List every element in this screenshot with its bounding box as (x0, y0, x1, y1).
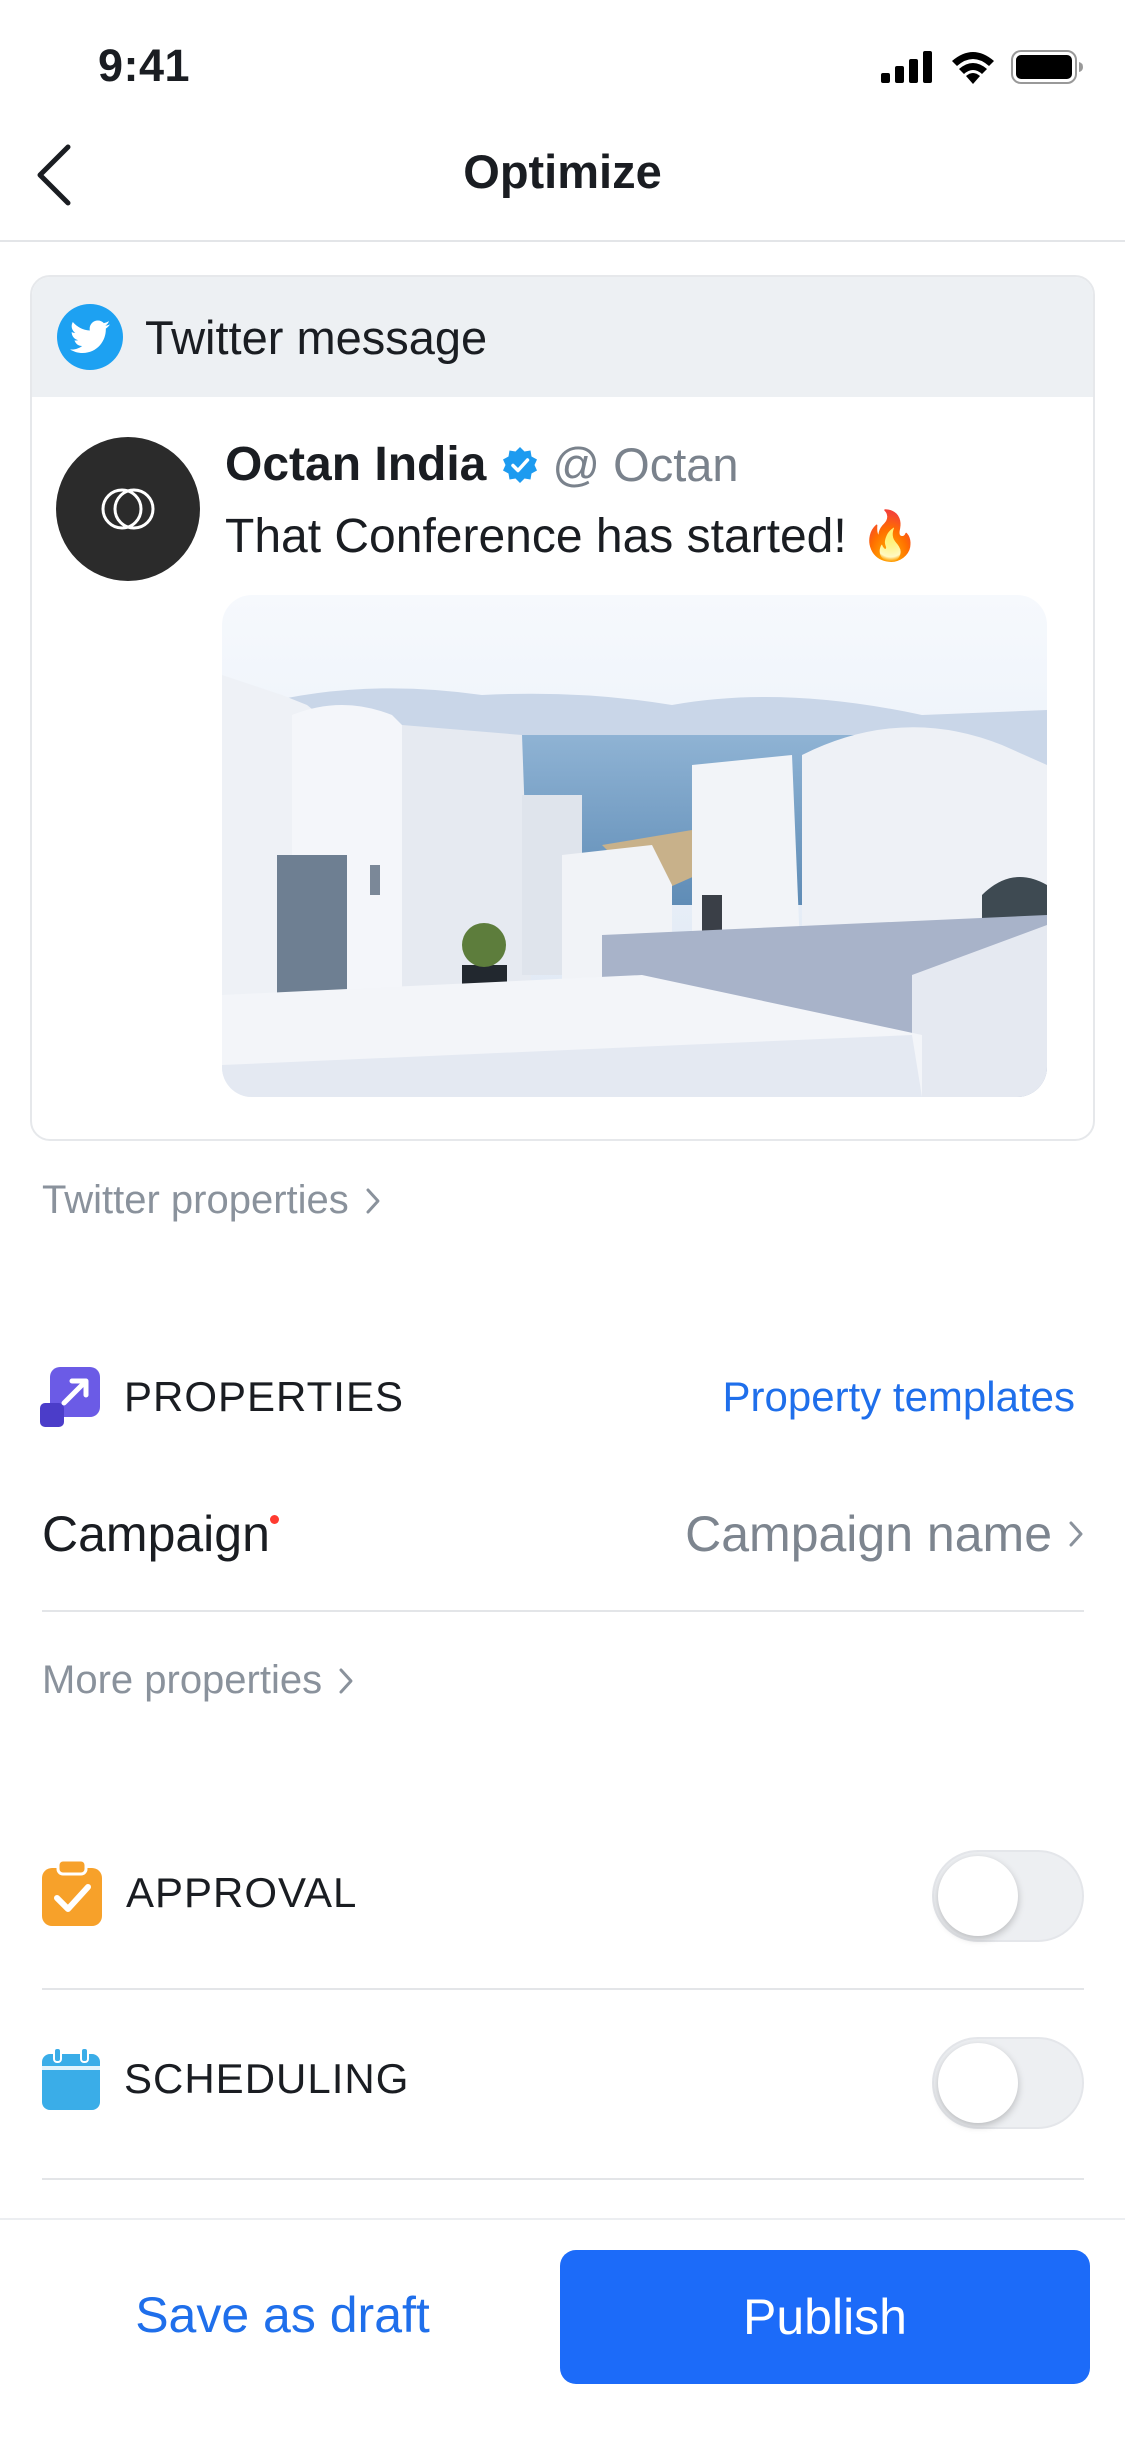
more-properties-label: More properties (42, 1658, 323, 1702)
battery-icon (1011, 50, 1083, 84)
scheduling-section-header: SCHEDULING (42, 2048, 409, 2110)
avatar (56, 437, 200, 581)
author-handle: @ Octan (552, 438, 739, 491)
tweet-author-row: Octan India @ Octan (225, 437, 739, 492)
twitter-icon (57, 304, 123, 370)
toggle-knob (938, 2043, 1018, 2123)
campaign-placeholder: Campaign name (685, 1506, 1052, 1562)
toggle-knob (938, 1856, 1018, 1936)
cellular-signal-icon (881, 51, 932, 83)
save-draft-button[interactable]: Save as draft (100, 2250, 465, 2380)
calendar-icon (42, 2048, 100, 2110)
octan-logo-icon (101, 488, 155, 530)
tweet-image[interactable] (222, 595, 1047, 1097)
required-indicator (270, 1515, 279, 1524)
wifi-icon (952, 52, 994, 84)
scheduling-toggle[interactable] (932, 2037, 1084, 2129)
properties-icon (40, 1367, 100, 1427)
scheduling-row: SCHEDULING (42, 1990, 1084, 2180)
property-templates-link[interactable]: Property templates (723, 1373, 1076, 1421)
campaign-value[interactable]: Campaign name (685, 1505, 1084, 1563)
properties-section-header: PROPERTIES (40, 1367, 404, 1427)
twitter-properties-link[interactable]: Twitter properties (42, 1178, 381, 1223)
twitter-properties-label: Twitter properties (42, 1178, 349, 1222)
publish-button[interactable]: Publish (560, 2250, 1090, 2384)
approval-section-header: APPROVAL (42, 1860, 357, 1926)
approval-row: APPROVAL (42, 1800, 1084, 1990)
card-header: Twitter message (32, 277, 1093, 397)
page-title: Optimize (463, 145, 662, 198)
status-time: 9:41 (98, 40, 191, 91)
verified-badge-icon (503, 446, 538, 483)
scheduling-heading: SCHEDULING (124, 2055, 410, 2102)
author-name: Octan India (225, 438, 487, 491)
chevron-right-icon (339, 1668, 353, 1693)
chevron-right-icon (366, 1188, 380, 1213)
navigation-bar: Optimize (0, 120, 1125, 242)
card-header-label: Twitter message (145, 310, 488, 364)
tweet-text: That Conference has started! 🔥 (225, 510, 920, 563)
properties-heading: PROPERTIES (124, 1373, 404, 1420)
campaign-label: Campaign (42, 1506, 270, 1562)
campaign-field[interactable]: Campaign Campaign name (42, 1475, 1084, 1612)
bottom-action-bar: Save as draft Publish (0, 2218, 1125, 2445)
status-bar: 9:41 (0, 0, 1125, 135)
approval-heading: APPROVAL (126, 1869, 358, 1916)
status-icons (881, 50, 1085, 84)
chevron-right-icon (1069, 1521, 1083, 1547)
more-properties-link[interactable]: More properties (42, 1658, 354, 1703)
twitter-message-card[interactable]: Twitter message Octan India @ Octan That… (30, 275, 1095, 1141)
clipboard-check-icon (42, 1860, 102, 1926)
approval-toggle[interactable] (932, 1850, 1084, 1942)
